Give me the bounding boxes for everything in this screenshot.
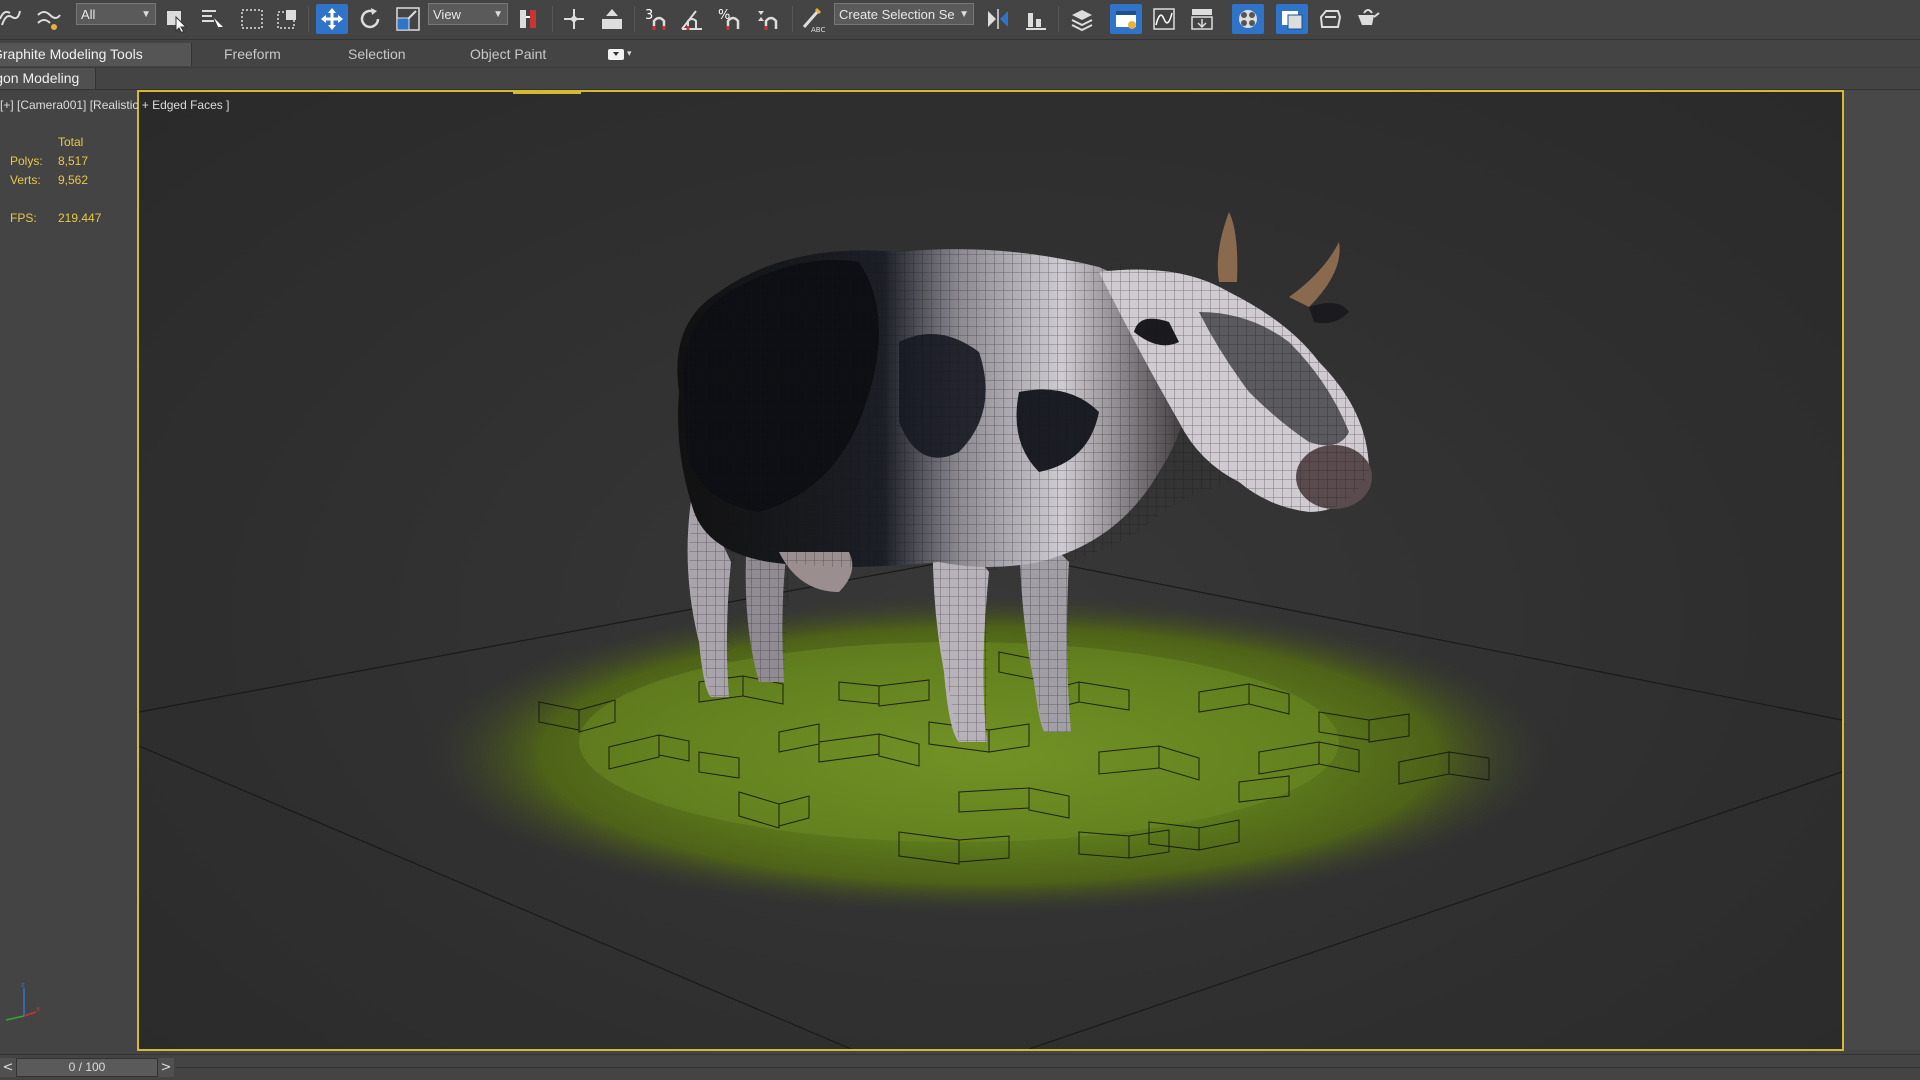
mirror-icon[interactable] (982, 4, 1014, 34)
polygon-modeling-label: Polygon Modeling (0, 70, 80, 86)
ribbon-subpanel: Polygon Modeling (0, 68, 1920, 90)
rectangle-selection-icon[interactable] (236, 4, 268, 34)
grass-patch (429, 595, 1549, 915)
tab-graphite-modeling-tools[interactable]: Graphite Modeling Tools (0, 43, 192, 66)
ribbon-options-button[interactable]: ▾ (608, 47, 632, 61)
right-panel (1844, 90, 1920, 1050)
pivot-icon[interactable] (514, 4, 546, 34)
verts-value: 9,562 (58, 173, 89, 187)
named-selection-set-select[interactable]: Create Selection Se ▼ (834, 3, 974, 25)
timeline-track[interactable] (176, 1067, 1920, 1068)
polys-label: Polys: (10, 154, 43, 168)
selection-filter-select[interactable]: All ▼ (76, 3, 156, 25)
schematic-view-icon[interactable] (1186, 4, 1218, 34)
toolbar-divider (552, 6, 553, 32)
reference-coordinate-value: View (433, 6, 461, 22)
select-rotate-icon[interactable] (354, 4, 386, 34)
snap-toggle-icon[interactable]: 3 (640, 4, 672, 34)
named-selection-set-value: Create Selection Se (839, 6, 955, 22)
edit-named-selection-icon[interactable]: ABC (796, 4, 828, 34)
rendered-frame-icon[interactable] (1314, 4, 1346, 34)
toolbar-divider (792, 6, 793, 32)
tab-polygon-modeling[interactable]: Polygon Modeling (0, 68, 96, 89)
camera-viewport[interactable] (137, 90, 1844, 1051)
viewport-active-marker (513, 92, 581, 94)
keyboard-shortcut-icon[interactable] (596, 4, 628, 34)
chevron-down-icon: ▼ (141, 8, 151, 20)
snap-3d-label: 3 (645, 8, 653, 23)
caret-down-icon: ▾ (627, 49, 632, 59)
curve-editor-icon[interactable] (1148, 4, 1180, 34)
svg-text:ABC: ABC (811, 26, 825, 33)
unlink-icon[interactable] (32, 4, 64, 34)
next-frame-button[interactable]: > (158, 1058, 174, 1077)
toolbar-divider (634, 6, 635, 32)
ribbon-tabs: Graphite Modeling Tools Freeform Selecti… (0, 41, 1920, 68)
ribbon-minimize-icon (608, 48, 624, 60)
viewport-label[interactable]: [+] [Camera001] [Realistic + Edged Faces… (0, 98, 229, 112)
render-setup-icon[interactable] (1276, 4, 1308, 34)
3dsmax-window: All ▼ View ▼ 3 % ABC Create Selection Se… (0, 0, 1920, 1080)
toolbar-divider (308, 6, 309, 32)
tab-selection[interactable]: Selection (348, 43, 406, 66)
render-production-icon[interactable] (1352, 4, 1384, 34)
link-icon[interactable] (0, 4, 26, 34)
time-slider-bar: < 0 / 100 > (0, 1054, 1920, 1080)
manipulate-icon[interactable] (558, 4, 590, 34)
ribbon-title-label: Graphite Modeling Tools (0, 46, 143, 62)
svg-text:z: z (21, 981, 25, 989)
spinner-snap-icon[interactable] (752, 4, 784, 34)
polys-value: 8,517 (58, 154, 89, 168)
reference-coordinate-select[interactable]: View ▼ (428, 3, 508, 25)
main-toolbar: All ▼ View ▼ 3 % ABC Create Selection Se… (0, 0, 1920, 40)
stats-header: Total (58, 135, 84, 149)
left-panel (0, 90, 137, 1050)
select-move-icon[interactable] (316, 4, 348, 34)
tab-object-paint[interactable]: Object Paint (470, 43, 546, 66)
scene-explorer-icon[interactable] (1110, 4, 1142, 34)
select-scale-icon[interactable] (392, 4, 424, 34)
verts-label: Verts: (10, 173, 41, 187)
chevron-down-icon: ▼ (493, 8, 503, 20)
percent-snap-icon[interactable]: % (714, 4, 746, 34)
selection-filter-value: All (81, 6, 96, 22)
svg-text:x: x (36, 1005, 40, 1013)
axis-gizmo-icon: z x (5, 981, 40, 1021)
layer-manager-icon[interactable] (1066, 4, 1098, 34)
align-icon[interactable] (1020, 4, 1052, 34)
angle-snap-icon[interactable] (676, 4, 708, 34)
fps-label: FPS: (10, 211, 37, 225)
fps-value: 219.447 (58, 211, 102, 225)
material-editor-icon[interactable] (1232, 4, 1264, 34)
time-slider[interactable]: 0 / 100 (16, 1058, 158, 1077)
previous-frame-button[interactable]: < (0, 1058, 16, 1077)
viewport-scene (139, 212, 1842, 1049)
select-by-name-icon[interactable] (196, 4, 228, 34)
window-crossing-icon[interactable] (272, 4, 304, 34)
viewport-statistics: Total Polys: 8,517 Verts: 9,562 FPS: 219.44… (10, 133, 101, 228)
select-object-icon[interactable] (160, 4, 192, 34)
tab-freeform[interactable]: Freeform (224, 43, 281, 66)
toolbar-divider (1058, 6, 1059, 32)
chevron-down-icon: ▼ (959, 8, 969, 20)
